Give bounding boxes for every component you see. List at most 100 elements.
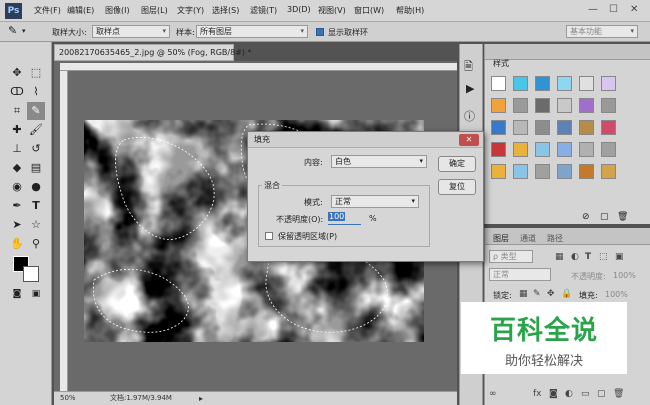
style-swatch[interactable] <box>579 98 594 113</box>
contents-select[interactable]: 白色 ▾ <box>331 155 427 168</box>
menu-type[interactable]: 文字(Y) <box>177 5 204 16</box>
filter-pixel-icon[interactable]: ▦ <box>555 252 564 262</box>
background-color-swatch[interactable] <box>23 266 39 282</box>
style-swatch[interactable] <box>557 142 572 157</box>
style-swatch[interactable] <box>513 120 528 135</box>
style-swatch[interactable] <box>491 142 506 157</box>
eyedropper-tool-icon[interactable]: ✎ <box>8 24 17 37</box>
dialog-title-bar[interactable]: 填充 <box>248 132 483 148</box>
style-swatch[interactable] <box>579 120 594 135</box>
show-ring-checkbox[interactable] <box>316 28 324 36</box>
pen-tool-icon[interactable]: ✒ <box>8 197 26 215</box>
filter-smart-icon[interactable]: ▣ <box>615 252 624 262</box>
crop-tool-icon[interactable]: ⌗ <box>8 102 26 120</box>
healing-tool-icon[interactable]: ✚ <box>8 121 26 139</box>
history-brush-icon[interactable]: ↺ <box>27 140 45 158</box>
menu-view[interactable]: 视图(V) <box>318 5 346 16</box>
marquee-tool-icon[interactable]: ⬚ <box>27 64 45 82</box>
quick-select-tool-icon[interactable]: ⌇ <box>27 83 45 101</box>
style-swatch[interactable] <box>557 120 572 135</box>
style-swatch[interactable] <box>579 164 594 179</box>
lock-position-icon[interactable]: ✥ <box>547 289 555 299</box>
move-tool-icon[interactable]: ✥ <box>8 64 26 82</box>
style-swatch[interactable] <box>513 164 528 179</box>
tool-preset-arrow-icon[interactable]: ▾ <box>22 27 26 35</box>
style-swatch[interactable] <box>601 98 616 113</box>
style-swatch[interactable] <box>535 142 550 157</box>
new-group-icon[interactable]: ▭ <box>581 389 590 399</box>
style-swatch[interactable] <box>491 76 506 91</box>
brush-tool-icon[interactable]: 🖌 <box>27 121 45 139</box>
layer-kind-filter[interactable]: ρ 类型 <box>489 250 533 263</box>
blend-mode-select[interactable]: 正常 <box>489 268 551 281</box>
reset-button[interactable]: 复位 <box>438 179 476 195</box>
blur-tool-icon[interactable]: ◉ <box>8 178 26 196</box>
maximize-button[interactable]: ☐ <box>609 4 618 15</box>
stamp-tool-icon[interactable]: ⊥ <box>8 140 26 158</box>
menu-select[interactable]: 选择(S) <box>212 5 239 16</box>
info-panel-icon[interactable]: ⓘ <box>464 108 475 124</box>
quick-mask-icon[interactable]: ◙ <box>8 285 26 303</box>
new-layer-icon[interactable]: ▢ <box>597 389 606 399</box>
filter-shape-icon[interactable]: ⬚ <box>599 252 608 262</box>
layer-mask-icon[interactable]: ◙ <box>549 389 558 399</box>
minimize-button[interactable]: — <box>588 4 598 15</box>
delete-layer-icon[interactable]: 🗑 <box>613 389 624 399</box>
ok-button[interactable]: 确定 <box>438 156 476 172</box>
close-icon[interactable]: ✕ <box>459 134 479 146</box>
style-swatch[interactable] <box>491 98 506 113</box>
filter-type-icon[interactable]: T <box>585 252 591 262</box>
link-layers-icon[interactable]: ∞ <box>489 389 497 399</box>
tab-paths[interactable]: 路径 <box>547 233 563 244</box>
hand-tool-icon[interactable]: ✋ <box>8 235 26 253</box>
style-swatch[interactable] <box>535 120 550 135</box>
style-swatch[interactable] <box>535 76 550 91</box>
preserve-transparency-checkbox[interactable] <box>265 232 273 240</box>
lasso-tool-icon[interactable]: ↀ <box>8 83 26 101</box>
style-swatch[interactable] <box>535 164 550 179</box>
lock-image-icon[interactable]: ✎ <box>533 289 541 299</box>
menu-window[interactable]: 窗口(W) <box>354 5 384 16</box>
filter-adjust-icon[interactable]: ◐ <box>571 252 579 262</box>
style-swatch[interactable] <box>535 98 550 113</box>
tab-styles[interactable]: 样式 <box>493 58 509 69</box>
lock-all-icon[interactable]: 🔒 <box>561 289 572 299</box>
workspace-select[interactable]: 基本功能 ▾ <box>566 25 638 38</box>
style-swatch[interactable] <box>491 120 506 135</box>
no-style-icon[interactable]: ⊘ <box>582 212 590 222</box>
zoom-tool-icon[interactable]: ⚲ <box>27 235 45 253</box>
menu-3d[interactable]: 3D(D) <box>287 5 311 14</box>
delete-style-icon[interactable]: 🗑 <box>617 212 628 222</box>
style-swatch[interactable] <box>557 76 572 91</box>
history-panel-icon[interactable]: 🗎 <box>464 58 473 77</box>
adjustment-layer-icon[interactable]: ◐ <box>565 389 573 399</box>
menu-filter[interactable]: 滤镜(T) <box>250 5 277 16</box>
screen-mode-icon[interactable]: ▣ <box>27 285 45 303</box>
menu-image[interactable]: 图像(I) <box>105 5 130 16</box>
menu-layer[interactable]: 图层(L) <box>141 5 168 16</box>
eraser-tool-icon[interactable]: ◆ <box>8 159 26 177</box>
layer-opacity-value[interactable]: 100% <box>613 271 636 280</box>
zoom-level[interactable]: 50% <box>60 392 76 405</box>
dodge-tool-icon[interactable]: ● <box>27 178 45 196</box>
sample-size-select[interactable]: 取样点 ▾ <box>92 25 170 38</box>
path-select-tool-icon[interactable]: ➤ <box>8 216 26 234</box>
document-tab[interactable]: 20082170635465_2.jpg @ 50% (Fog, RGB/8#)… <box>54 44 252 61</box>
tab-layers[interactable]: 图层 <box>493 233 509 244</box>
style-swatch[interactable] <box>557 164 572 179</box>
tab-channels[interactable]: 通道 <box>520 233 536 244</box>
eyedropper-active-icon[interactable]: ✎ <box>27 102 45 120</box>
style-swatch[interactable] <box>513 98 528 113</box>
actions-play-icon[interactable]: ▶ <box>466 82 474 95</box>
close-window-button[interactable]: ✕ <box>630 4 638 15</box>
status-arrow-icon[interactable]: ▸ <box>199 392 203 405</box>
mode-select[interactable]: 正常 ▾ <box>331 195 419 208</box>
style-swatch[interactable] <box>601 76 616 91</box>
style-swatch[interactable] <box>513 142 528 157</box>
menu-file[interactable]: 文件(F) <box>34 5 61 16</box>
style-swatch[interactable] <box>491 164 506 179</box>
style-swatch[interactable] <box>601 164 616 179</box>
style-swatch[interactable] <box>601 142 616 157</box>
sample-select[interactable]: 所有图层 ▾ <box>196 25 308 38</box>
style-swatch[interactable] <box>579 142 594 157</box>
